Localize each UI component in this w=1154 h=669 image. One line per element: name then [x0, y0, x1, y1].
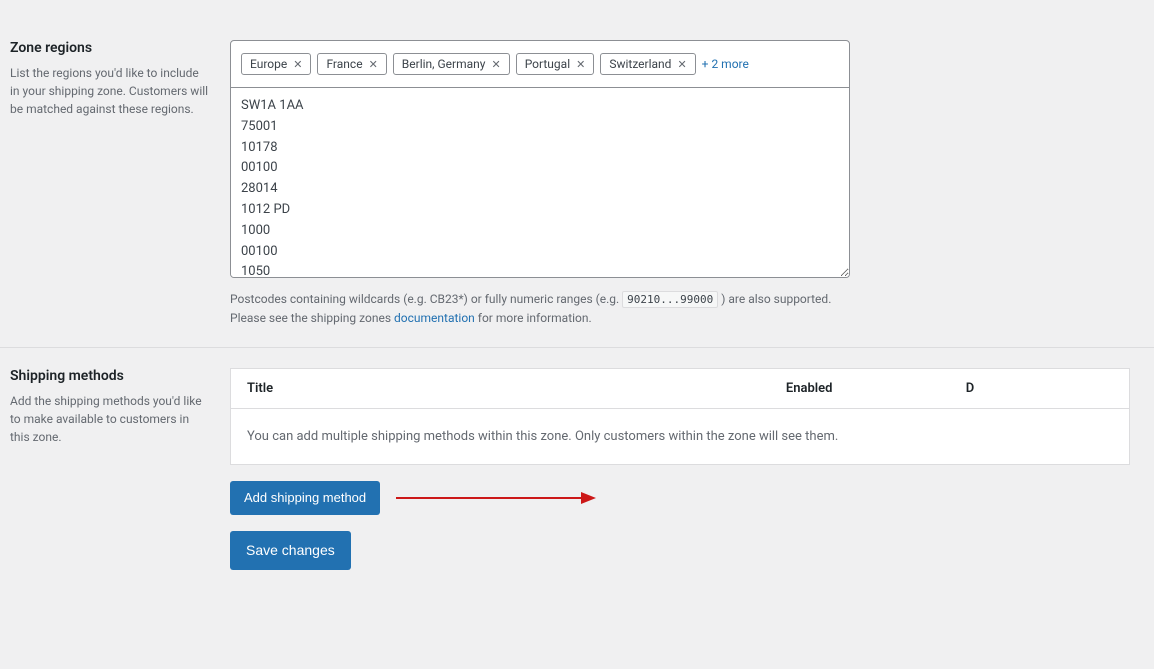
col-actions: D [950, 368, 1130, 408]
content-area: Zone regions List the regions you'd like… [0, 20, 1154, 600]
zone-regions-section: Zone regions List the regions you'd like… [0, 20, 1154, 347]
tag-france-label: France [326, 57, 362, 71]
hint-text-part3: for more information. [475, 311, 592, 325]
methods-table-wrapper: Title Enabled D You can add mul [230, 368, 1154, 581]
tag-europe[interactable]: Europe ✕ [241, 53, 311, 75]
empty-message: You can add multiple shipping methods wi… [231, 408, 1130, 464]
shipping-methods-title: Shipping methods [10, 368, 210, 384]
tag-france-close[interactable]: ✕ [369, 59, 378, 70]
shipping-methods-section: Shipping methods Add the shipping method… [0, 348, 1154, 601]
tag-berlin[interactable]: Berlin, Germany ✕ [393, 53, 510, 75]
hint-text-part1: Postcodes containing wildcards (e.g. CB2… [230, 292, 622, 306]
tags-container: Europe ✕ France ✕ Berlin, Germany ✕ Po [230, 40, 850, 88]
zone-regions-label: Zone regions List the regions you'd like… [0, 40, 230, 327]
tag-europe-close[interactable]: ✕ [293, 59, 302, 70]
shipping-methods-table: Title Enabled D You can add mul [230, 368, 1130, 465]
table-body: You can add multiple shipping methods wi… [231, 408, 1130, 464]
table-empty-row: You can add multiple shipping methods wi… [231, 408, 1130, 464]
shipping-methods-label: Shipping methods Add the shipping method… [0, 368, 230, 581]
tags-postcode-wrapper: Europe ✕ France ✕ Berlin, Germany ✕ Po [230, 40, 850, 282]
documentation-link[interactable]: documentation [394, 311, 475, 325]
postcode-textarea[interactable]: SW1A 1AA 75001 10178 00100 28014 1012 PD… [230, 88, 850, 278]
save-row: Save changes [230, 515, 1154, 581]
zone-regions-description: List the regions you'd like to include i… [10, 64, 210, 118]
tag-europe-label: Europe [250, 57, 287, 71]
table-header-row: Title Enabled D [231, 368, 1130, 408]
page-wrapper: Zone regions List the regions you'd like… [0, 0, 1154, 669]
tag-portugal-close[interactable]: ✕ [576, 59, 585, 70]
hint-text: Postcodes containing wildcards (e.g. CB2… [230, 290, 850, 327]
tag-portugal[interactable]: Portugal ✕ [516, 53, 595, 75]
add-shipping-method-button[interactable]: Add shipping method [230, 481, 380, 515]
tag-berlin-close[interactable]: ✕ [491, 59, 500, 70]
arrow-icon [396, 486, 596, 510]
col-enabled: Enabled [770, 368, 950, 408]
zone-regions-title: Zone regions [10, 40, 210, 56]
tag-switzerland[interactable]: Switzerland ✕ [600, 53, 695, 75]
tag-france[interactable]: France ✕ [317, 53, 386, 75]
tag-switzerland-close[interactable]: ✕ [677, 59, 686, 70]
tag-portugal-label: Portugal [525, 57, 570, 71]
add-method-row: Add shipping method [230, 481, 1130, 515]
tag-switzerland-label: Switzerland [609, 57, 671, 71]
zone-regions-content: Europe ✕ France ✕ Berlin, Germany ✕ Po [230, 40, 1154, 327]
hint-code: 90210...99000 [622, 291, 718, 308]
shipping-methods-description: Add the shipping methods you'd like to m… [10, 392, 210, 446]
more-regions-link[interactable]: + 2 more [702, 57, 749, 71]
arrow-indicator [396, 486, 596, 510]
tag-berlin-label: Berlin, Germany [402, 57, 486, 71]
col-title: Title [231, 368, 770, 408]
table-header: Title Enabled D [231, 368, 1130, 408]
save-changes-button[interactable]: Save changes [230, 531, 351, 571]
